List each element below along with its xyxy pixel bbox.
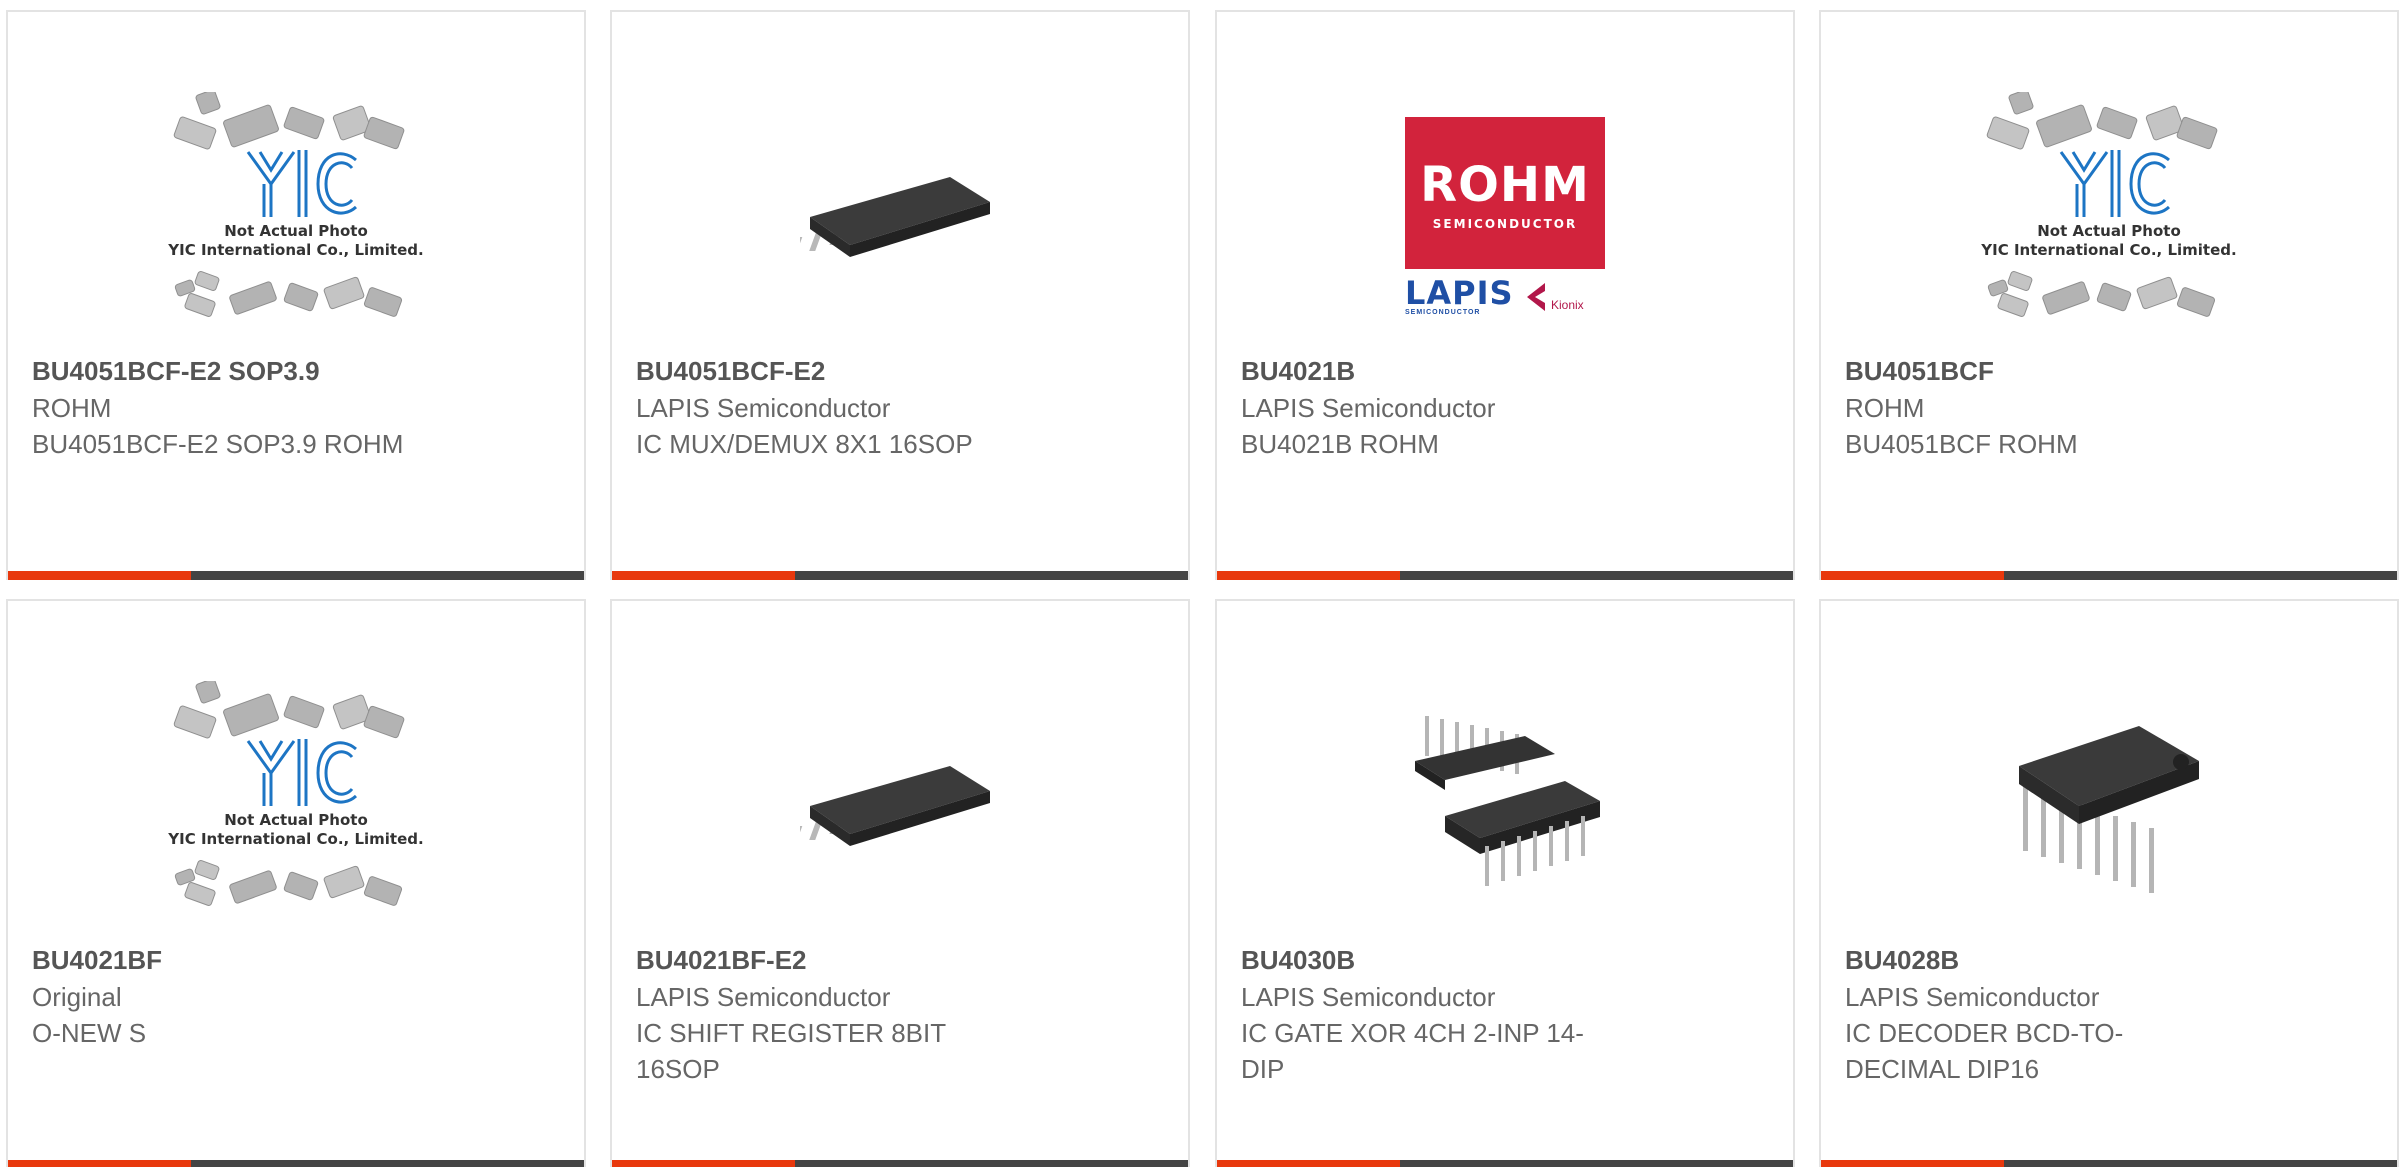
product-brand: Original <box>32 982 122 1012</box>
card-accent-bar <box>1217 1160 1400 1167</box>
product-description: BU4021B ROHM <box>1241 429 1439 459</box>
placeholder-note-line1: Not Actual Photo <box>2037 222 2181 240</box>
product-image[interactable]: Not Actual Photo YIC International Co., L… <box>8 661 584 951</box>
product-brand: LAPIS Semiconductor <box>1241 982 1496 1012</box>
product-info: BU4021BF Original O-NEW S <box>32 941 560 1051</box>
rohm-logo-text: ROHM <box>1420 157 1590 213</box>
dip-pair-icon <box>1415 716 1600 886</box>
product-description: IC SHIFT REGISTER 8BIT 16SOP <box>636 1018 946 1084</box>
product-card[interactable]: Not Actual Photo YIC International Co., L… <box>1819 10 2399 580</box>
product-image[interactable]: Not Actual Photo YIC International Co., L… <box>8 72 584 362</box>
product-info: BU4021BF-E2 LAPIS Semiconductor IC SHIFT R… <box>636 941 1164 1087</box>
card-accent-bar <box>1821 1160 2004 1167</box>
rohm-logo-box: ROHM SEMICONDUCTOR <box>1405 117 1605 269</box>
product-card[interactable]: Not Actual Photo YIC International Co., L… <box>6 10 586 580</box>
placeholder-note-line1: Not Actual Photo <box>224 222 368 240</box>
product-card[interactable]: BU4021BF-E2 LAPIS Semiconductor IC SHIFT R… <box>610 599 1190 1167</box>
product-title[interactable]: BU4021BF <box>32 941 560 979</box>
placeholder-note-line2: YIC International Co., Limited. <box>168 830 424 848</box>
product-card[interactable]: Not Actual Photo YIC International Co., L… <box>6 599 586 1167</box>
product-info: BU4051BCF ROHM BU4051BCF ROHM <box>1845 352 2373 462</box>
product-description: IC MUX/DEMUX 8X1 16SOP <box>636 429 973 459</box>
product-info: BU4051BCF-E2 SOP3.9 ROHM BU4051BCF-E2 SOP3… <box>32 352 560 462</box>
card-bottom-bar <box>8 1160 584 1167</box>
product-brand: LAPIS Semiconductor <box>636 982 891 1012</box>
product-image[interactable] <box>612 72 1188 362</box>
card-bottom-bar <box>612 1160 1188 1167</box>
card-accent-bar <box>8 1160 191 1167</box>
card-accent-bar <box>1217 571 1400 580</box>
product-info: BU4030B LAPIS Semiconductor IC GATE XOR 4C… <box>1241 941 1769 1087</box>
placeholder-note: Not Actual Photo YIC International Co., L… <box>1969 222 2249 260</box>
lapis-logo-text: LAPIS <box>1405 274 1514 312</box>
placeholder-image: Not Actual Photo YIC International Co., L… <box>156 89 436 342</box>
rohm-logo-subtext: SEMICONDUCTOR <box>1432 217 1578 231</box>
product-card[interactable]: BU4030B LAPIS Semiconductor IC GATE XOR 4C… <box>1215 599 1795 1167</box>
product-description: O-NEW S <box>32 1018 147 1048</box>
product-card[interactable]: ROHM SEMICONDUCTOR LAPIS SEMICONDUCTOR Kioni… <box>1215 10 1795 580</box>
placeholder-note-line1: Not Actual Photo <box>224 811 368 829</box>
product-brand: LAPIS Semiconductor <box>1845 982 2100 1012</box>
product-image[interactable]: ROHM SEMICONDUCTOR LAPIS SEMICONDUCTOR Kioni… <box>1217 72 1793 362</box>
product-brand: ROHM <box>32 393 112 423</box>
product-image[interactable]: Not Actual Photo YIC International Co., L… <box>1821 72 2397 362</box>
placeholder-note-line2: YIC International Co., Limited. <box>168 241 424 259</box>
product-image[interactable] <box>1217 661 1793 951</box>
card-bottom-bar <box>1217 571 1793 580</box>
product-title[interactable]: BU4051BCF <box>1845 352 2373 390</box>
card-bottom-bar <box>1821 1160 2397 1167</box>
placeholder-image: Not Actual Photo YIC International Co., L… <box>156 678 436 931</box>
lapis-logo-subtext: SEMICONDUCTOR <box>1405 309 1481 316</box>
product-image[interactable] <box>612 661 1188 951</box>
product-brand: LAPIS Semiconductor <box>636 393 891 423</box>
product-card[interactable]: BU4028B LAPIS Semiconductor IC DECODER BCD… <box>1819 599 2399 1167</box>
kionix-logo-text: Kionix <box>1551 298 1584 312</box>
card-bottom-bar <box>1217 1160 1793 1167</box>
product-brand: ROHM <box>1845 393 1925 423</box>
dip-chip-icon <box>2019 726 2199 893</box>
product-info: BU4028B LAPIS Semiconductor IC DECODER BCD… <box>1845 941 2373 1087</box>
product-description: BU4051BCF ROHM <box>1845 429 2078 459</box>
product-image[interactable] <box>1821 661 2397 951</box>
card-bottom-bar <box>1821 571 2397 580</box>
product-description: IC GATE XOR 4CH 2-INP 14-DIP <box>1241 1018 1584 1084</box>
product-description: IC DECODER BCD-TO-DECIMAL DIP16 <box>1845 1018 2124 1084</box>
sop-chip-icon <box>800 766 990 846</box>
rohm-logo: ROHM SEMICONDUCTOR LAPIS SEMICONDUCTOR Kioni… <box>1405 117 1605 317</box>
card-bottom-bar <box>8 571 584 580</box>
placeholder-image: Not Actual Photo YIC International Co., L… <box>1969 89 2249 342</box>
placeholder-note: Not Actual Photo YIC International Co., L… <box>156 222 436 260</box>
placeholder-note: Not Actual Photo YIC International Co., L… <box>156 811 436 849</box>
sop-chip-icon <box>800 177 990 257</box>
chip-collage-icon <box>1986 89 2218 317</box>
kionix-logo-icon: Kionix <box>1527 283 1584 312</box>
product-card[interactable]: BU4051BCF-E2 LAPIS Semiconductor IC MUX/DE… <box>610 10 1190 580</box>
card-accent-bar <box>612 571 795 580</box>
product-title[interactable]: BU4028B <box>1845 941 2373 979</box>
card-accent-bar <box>8 571 191 580</box>
product-title[interactable]: BU4030B <box>1241 941 1769 979</box>
product-description: BU4051BCF-E2 SOP3.9 ROHM <box>32 429 404 459</box>
card-accent-bar <box>612 1160 795 1167</box>
placeholder-note-line2: YIC International Co., Limited. <box>1981 241 2237 259</box>
product-info: BU4051BCF-E2 LAPIS Semiconductor IC MUX/DE… <box>636 352 1164 462</box>
product-title[interactable]: BU4021BF-E2 <box>636 941 1164 979</box>
product-title[interactable]: BU4021B <box>1241 352 1769 390</box>
product-title[interactable]: BU4051BCF-E2 SOP3.9 <box>32 352 560 390</box>
product-title[interactable]: BU4051BCF-E2 <box>636 352 1164 390</box>
card-bottom-bar <box>612 571 1188 580</box>
chip-collage-icon <box>173 678 405 906</box>
card-accent-bar <box>1821 571 2004 580</box>
product-brand: LAPIS Semiconductor <box>1241 393 1496 423</box>
product-info: BU4021B LAPIS Semiconductor BU4021B ROHM <box>1241 352 1769 462</box>
chip-collage-icon <box>173 89 405 317</box>
